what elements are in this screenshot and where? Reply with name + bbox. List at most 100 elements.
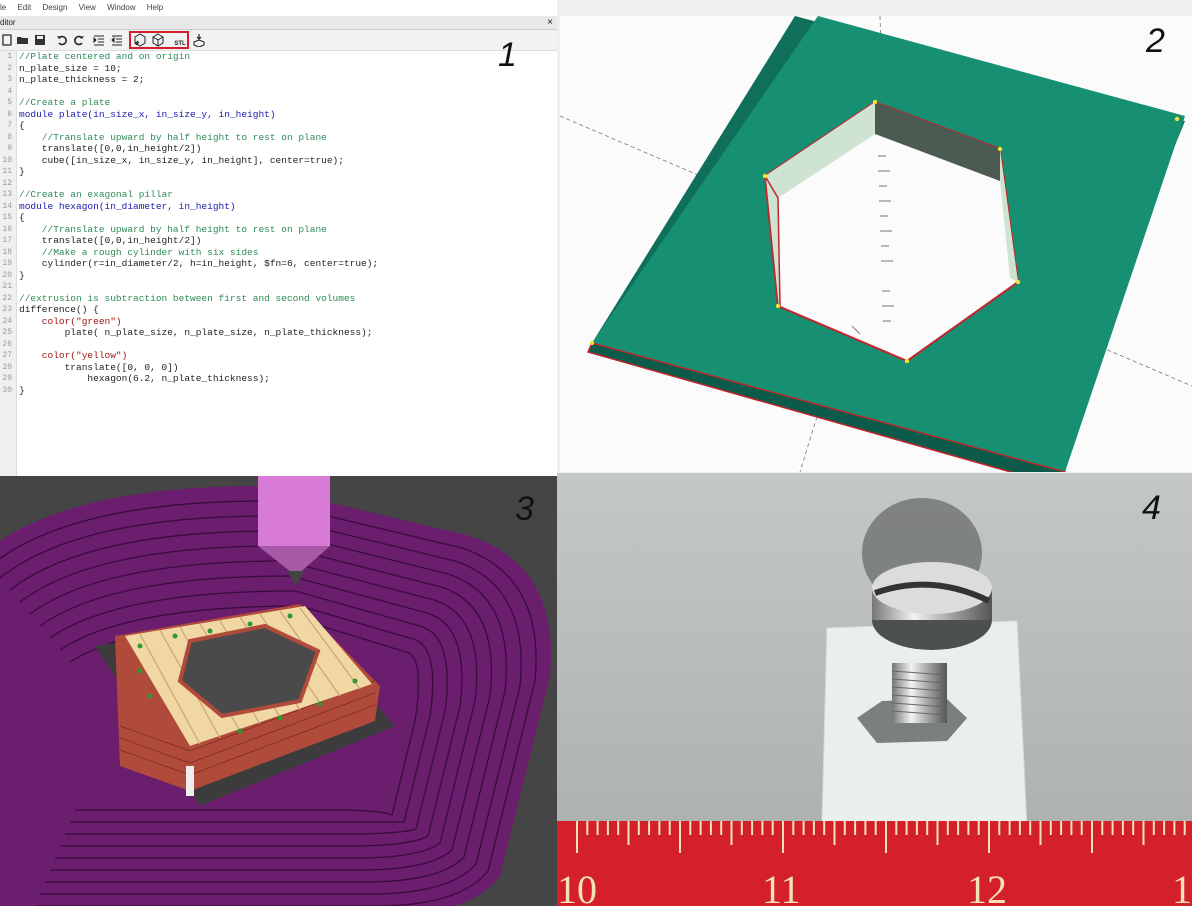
- code-text: module plate(in_size_x, in_size_y, in_he…: [19, 108, 276, 120]
- code-line[interactable]: 27 color("yellow"): [0, 350, 557, 362]
- code-line[interactable]: 1 //Plate centered and on origin: [0, 51, 557, 63]
- code-line[interactable]: 17 translate([0,0,in_height/2]): [0, 235, 557, 247]
- code-line[interactable]: 26: [0, 339, 557, 351]
- line-number: 4: [7, 86, 12, 96]
- line-number: 26: [2, 339, 12, 349]
- code-line[interactable]: 19 cylinder(r=in_diameter/2, h=in_height…: [0, 258, 557, 270]
- code-line[interactable]: 7{: [0, 120, 557, 132]
- line-number: 17: [2, 236, 12, 245]
- line-number: 3: [7, 75, 12, 84]
- code-line[interactable]: 12: [0, 178, 557, 190]
- code-text: //Make a rough cylinder with six sides: [19, 246, 259, 258]
- code-text: color("yellow"): [19, 350, 128, 361]
- line-number: 6: [7, 109, 12, 119]
- line-number: 30: [2, 385, 12, 395]
- line-number: 16: [2, 224, 12, 234]
- line-number: 23: [2, 305, 12, 314]
- code-line[interactable]: 14 module hexagon(in_diameter, in_height): [0, 201, 557, 213]
- code-text: {: [19, 120, 25, 131]
- unindent-icon[interactable]: [110, 33, 124, 47]
- close-icon[interactable]: ×: [547, 16, 553, 29]
- photo-panel: 10 11 12 1 4: [557, 473, 1192, 906]
- code-line[interactable]: 20}: [0, 270, 557, 282]
- printed-part-photo: 10 11 12 1: [557, 473, 1192, 906]
- nozzle-body: [258, 476, 330, 546]
- panel-number-4: 4: [1142, 489, 1161, 527]
- plate-3d-view: [560, 16, 1192, 472]
- seam-column: [186, 766, 194, 796]
- code-line[interactable]: 2 n_plate_size = 10;: [0, 63, 557, 75]
- code-area[interactable]: 1 //Plate centered and on origin 2 n_plate_…: [0, 51, 557, 396]
- save-icon[interactable]: [33, 33, 47, 47]
- code-line[interactable]: 21: [0, 281, 557, 293]
- code-editor-panel: le Edit Design View Window Help ditor × …: [0, 0, 557, 476]
- menu-file[interactable]: le: [0, 3, 6, 12]
- code-line[interactable]: 10 cube([in_size_x, in_size_y, in_height…: [0, 155, 557, 167]
- code-line[interactable]: 25 plate( n_plate_size, n_plate_size, n_…: [0, 327, 557, 339]
- line-number: 10: [2, 155, 12, 165]
- code-line[interactable]: 3 n_plate_thickness = 2;: [0, 74, 557, 86]
- code-line[interactable]: 18 //Make a rough cylinder with six side…: [0, 247, 557, 259]
- line-number: 20: [2, 270, 12, 280]
- slicer-preview-panel[interactable]: 3: [0, 476, 557, 906]
- menu-bar: le Edit Design View Window Help: [0, 0, 557, 16]
- code-line[interactable]: 6 module plate(in_size_x, in_size_y, in_h…: [0, 109, 557, 121]
- ruler-label-12: 12: [967, 867, 1007, 906]
- code-line[interactable]: 9 translate([0,0,in_height/2]): [0, 143, 557, 155]
- code-line[interactable]: 28 translate([0, 0, 0]): [0, 362, 557, 374]
- code-text: //Create an exagonal pillar: [19, 189, 173, 200]
- editor-titlebar: ditor ×: [0, 16, 557, 30]
- code-line[interactable]: 22 //extrusion is subtraction between fir…: [0, 293, 557, 305]
- line-number: 2: [7, 63, 12, 73]
- send-to-print-icon[interactable]: [192, 33, 206, 47]
- menu-window[interactable]: Window: [107, 3, 135, 12]
- menu-help[interactable]: Help: [147, 3, 163, 12]
- panel-number-2: 2: [1146, 22, 1165, 60]
- redo-icon[interactable]: [72, 33, 86, 47]
- 3d-preview-panel[interactable]: 2: [560, 16, 1192, 472]
- code-line[interactable]: 15 {: [0, 212, 557, 224]
- ruler-label-11: 11: [762, 867, 801, 906]
- code-line[interactable]: 24 color("green"): [0, 316, 557, 328]
- code-text: cube([in_size_x, in_size_y, in_height], …: [19, 154, 344, 166]
- code-line[interactable]: 13 //Create an exagonal pillar: [0, 189, 557, 201]
- code-text: n_plate_thickness = 2;: [19, 74, 145, 85]
- code-line[interactable]: 4: [0, 86, 557, 98]
- ruler-label-13: 1: [1172, 867, 1192, 906]
- menu-design[interactable]: Design: [43, 3, 68, 12]
- line-number: 25: [2, 328, 12, 337]
- code-text: translate([0, 0, 0]): [19, 361, 179, 373]
- new-file-icon[interactable]: [0, 33, 14, 47]
- line-number: 28: [2, 362, 12, 372]
- indent-icon[interactable]: [92, 33, 106, 47]
- line-number: 14: [2, 201, 12, 211]
- line-number: 24: [2, 316, 12, 326]
- line-number: 21: [2, 282, 12, 291]
- code-text: }: [19, 166, 25, 177]
- line-number: 29: [2, 374, 12, 383]
- preview-icon[interactable]: [133, 33, 147, 47]
- code-text: hexagon(6.2, n_plate_thickness);: [19, 373, 270, 384]
- code-line[interactable]: 29 hexagon(6.2, n_plate_thickness);: [0, 373, 557, 385]
- open-file-icon[interactable]: [16, 33, 30, 47]
- menu-edit[interactable]: Edit: [17, 3, 31, 12]
- code-text: //Translate upward by half height to res…: [19, 223, 327, 235]
- export-stl-icon[interactable]: STL: [172, 32, 188, 48]
- code-line[interactable]: 8 //Translate upward by half height to r…: [0, 132, 557, 144]
- line-number: 22: [2, 293, 12, 303]
- code-line[interactable]: 5 //Create a plate: [0, 97, 557, 109]
- editor-toolbar: STL: [0, 30, 557, 51]
- code-text: }: [19, 384, 25, 396]
- code-text: //Create a plate: [19, 97, 111, 108]
- code-line[interactable]: 16 //Translate upward by half height to …: [0, 224, 557, 236]
- code-line[interactable]: 11}: [0, 166, 557, 178]
- line-number: 8: [7, 132, 12, 142]
- code-line[interactable]: 23 difference() {: [0, 304, 557, 316]
- menu-view[interactable]: View: [79, 3, 96, 12]
- undo-icon[interactable]: [55, 33, 69, 47]
- line-number: 11: [2, 167, 12, 176]
- code-text: n_plate_size = 10;: [19, 62, 122, 74]
- code-line[interactable]: 30}: [0, 385, 557, 397]
- render-icon[interactable]: [151, 33, 165, 47]
- line-number: 12: [2, 178, 12, 188]
